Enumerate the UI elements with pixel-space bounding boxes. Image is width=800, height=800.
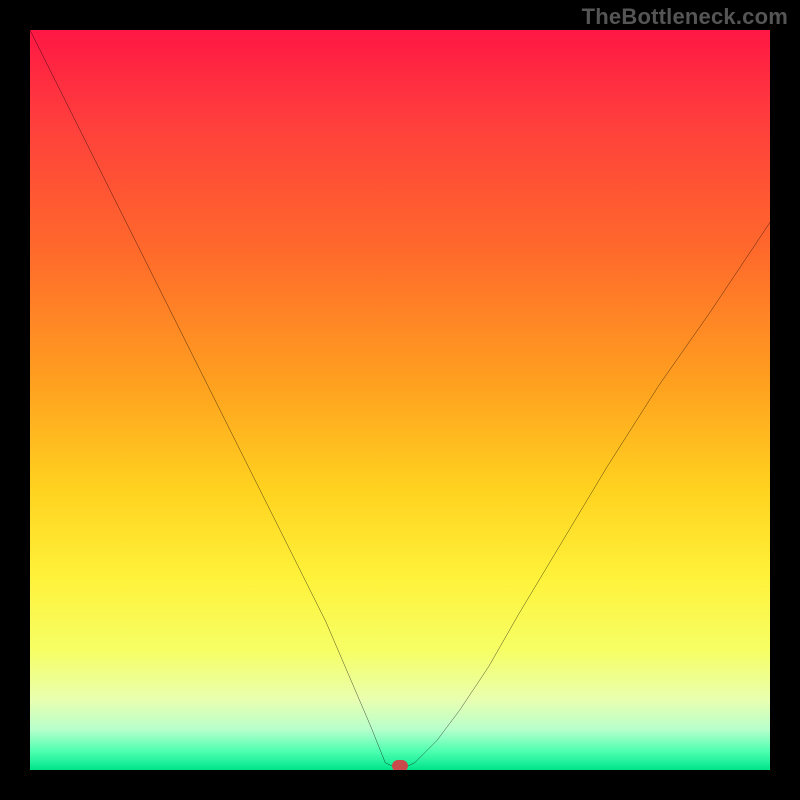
chart-frame: TheBottleneck.com	[0, 0, 800, 800]
curve-line	[30, 30, 770, 770]
plot-area	[30, 30, 770, 770]
watermark-text: TheBottleneck.com	[582, 4, 788, 30]
bottleneck-marker	[392, 760, 408, 770]
